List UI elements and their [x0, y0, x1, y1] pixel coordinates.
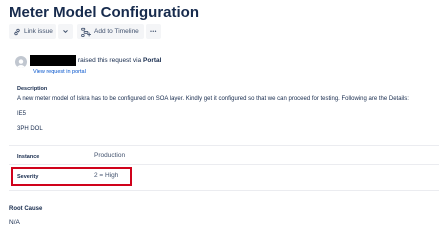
issue-view: Meter Model Configuration Link issue Add… [0, 0, 439, 243]
divider [9, 145, 439, 146]
link-issue-button[interactable]: Link issue [9, 24, 56, 39]
page-title: Meter Model Configuration [9, 4, 199, 21]
add-to-timeline-button[interactable]: Add to Timeline [77, 24, 144, 39]
link-issue-label: Link issue [24, 28, 53, 35]
user-avatar-icon [15, 56, 27, 68]
link-icon [13, 28, 21, 36]
timeline-icon [81, 27, 91, 37]
more-actions-button[interactable]: ••• [146, 24, 161, 39]
divider [9, 164, 439, 165]
link-issue-dropdown-button[interactable] [58, 24, 73, 39]
description-detail-3ph-dol: 3PH DOL [17, 126, 43, 132]
chevron-down-icon [62, 28, 69, 35]
add-to-timeline-label: Add to Timeline [94, 28, 139, 35]
divider [9, 190, 439, 191]
view-request-in-portal-link[interactable]: View request in portal [33, 69, 86, 75]
channel-name: Portal [143, 57, 162, 64]
description-detail-ie5: IE5 [17, 111, 27, 117]
instance-value[interactable]: Production [94, 152, 125, 159]
redacted-reporter-name [30, 55, 76, 66]
instance-label: Instance [17, 154, 40, 160]
raised-request-text: raised this request via Portal [78, 57, 161, 64]
raised-text: raised this request via [78, 57, 142, 64]
root-cause-value[interactable]: N/A [9, 219, 20, 226]
more-icon: ••• [150, 28, 157, 35]
description-label: Description [17, 86, 48, 92]
severity-highlight-box [11, 167, 132, 186]
root-cause-label: Root Cause [9, 206, 43, 212]
description-text: A new meter model of Iskra has to be con… [17, 96, 409, 102]
